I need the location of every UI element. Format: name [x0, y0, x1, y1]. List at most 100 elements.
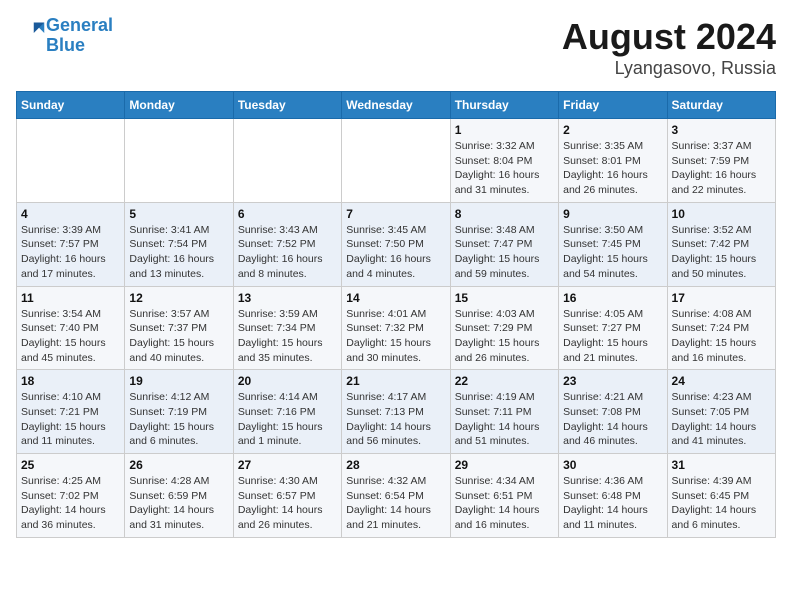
calendar-cell: 22Sunrise: 4:19 AM Sunset: 7:11 PM Dayli… [450, 370, 558, 454]
calendar-cell: 9 Sunrise: 3:50 AM Sunset: 7:45 PM Daylig… [559, 202, 667, 286]
calendar-cell: 13 Sunrise: 3:59 AM Sunset: 7:34 PM Dayli… [233, 286, 341, 370]
day-number: 25 [21, 458, 120, 472]
day-number: 14 [346, 291, 445, 305]
day-info: Sunrise: 4:30 AM Sunset: 6:57 PM Dayligh… [238, 474, 337, 533]
calendar-cell: 10Sunrise: 3:52 AM Sunset: 7:42 PM Dayli… [667, 202, 775, 286]
day-number: 24 [672, 374, 771, 388]
weekday-header-row: SundayMondayTuesdayWednesdayThursdayFrid… [17, 92, 776, 119]
logo: General Blue [16, 16, 113, 56]
day-info: Sunrise: 3:50 AM Sunset: 7:45 PM Dayligh… [563, 223, 662, 282]
day-info: Sunrise: 3:52 AM Sunset: 7:42 PM Dayligh… [672, 223, 771, 282]
day-info: Sunrise: 4:01 AM Sunset: 7:32 PM Dayligh… [346, 307, 445, 366]
day-info: Sunrise: 4:03 AM Sunset: 7:29 PM Dayligh… [455, 307, 554, 366]
calendar-cell: 18Sunrise: 4:10 AM Sunset: 7:21 PM Dayli… [17, 370, 125, 454]
calendar-cell: 15 Sunrise: 4:03 AM Sunset: 7:29 PM Dayli… [450, 286, 558, 370]
calendar-cell: 29 Sunrise: 4:34 AM Sunset: 6:51 PM Dayli… [450, 454, 558, 538]
day-info: Sunrise: 3:37 AM Sunset: 7:59 PM Dayligh… [672, 139, 771, 198]
day-info: Sunrise: 4:17 AM Sunset: 7:13 PM Dayligh… [346, 390, 445, 449]
calendar-week-5: 25 Sunrise: 4:25 AM Sunset: 7:02 PM Dayli… [17, 454, 776, 538]
calendar-table: SundayMondayTuesdayWednesdayThursdayFrid… [16, 91, 776, 538]
day-info: Sunrise: 4:14 AM Sunset: 7:16 PM Dayligh… [238, 390, 337, 449]
calendar-header: SundayMondayTuesdayWednesdayThursdayFrid… [17, 92, 776, 119]
day-number: 16 [563, 291, 662, 305]
calendar-cell: 4 Sunrise: 3:39 AM Sunset: 7:57 PM Daylig… [17, 202, 125, 286]
weekday-header-sunday: Sunday [17, 92, 125, 119]
calendar-week-1: 1 Sunrise: 3:32 AM Sunset: 8:04 PM Daylig… [17, 119, 776, 203]
calendar-cell: 21Sunrise: 4:17 AM Sunset: 7:13 PM Dayli… [342, 370, 450, 454]
calendar-cell: 14 Sunrise: 4:01 AM Sunset: 7:32 PM Dayli… [342, 286, 450, 370]
calendar-week-2: 4 Sunrise: 3:39 AM Sunset: 7:57 PM Daylig… [17, 202, 776, 286]
logo-icon [18, 19, 46, 47]
calendar-cell: 30 Sunrise: 4:36 AM Sunset: 6:48 PM Dayli… [559, 454, 667, 538]
day-number: 19 [129, 374, 228, 388]
day-number: 28 [346, 458, 445, 472]
day-number: 17 [672, 291, 771, 305]
day-number: 31 [672, 458, 771, 472]
day-number: 12 [129, 291, 228, 305]
calendar-cell: 20 Sunrise: 4:14 AM Sunset: 7:16 PM Dayli… [233, 370, 341, 454]
day-number: 23 [563, 374, 662, 388]
calendar-cell: 27 Sunrise: 4:30 AM Sunset: 6:57 PM Dayli… [233, 454, 341, 538]
day-number: 11 [21, 291, 120, 305]
day-info: Sunrise: 3:35 AM Sunset: 8:01 PM Dayligh… [563, 139, 662, 198]
day-info: Sunrise: 4:39 AM Sunset: 6:45 PM Dayligh… [672, 474, 771, 533]
calendar-body: 1 Sunrise: 3:32 AM Sunset: 8:04 PM Daylig… [17, 119, 776, 538]
day-number: 2 [563, 123, 662, 137]
day-info: Sunrise: 4:05 AM Sunset: 7:27 PM Dayligh… [563, 307, 662, 366]
day-number: 30 [563, 458, 662, 472]
calendar-week-4: 18Sunrise: 4:10 AM Sunset: 7:21 PM Dayli… [17, 370, 776, 454]
day-info: Sunrise: 4:34 AM Sunset: 6:51 PM Dayligh… [455, 474, 554, 533]
calendar-cell: 3 Sunrise: 3:37 AM Sunset: 7:59 PM Daylig… [667, 119, 775, 203]
day-info: Sunrise: 4:19 AM Sunset: 7:11 PM Dayligh… [455, 390, 554, 449]
calendar-cell: 7 Sunrise: 3:45 AM Sunset: 7:50 PM Daylig… [342, 202, 450, 286]
page-header: General Blue August 2024 Lyangasovo, Rus… [16, 16, 776, 79]
calendar-cell: 16 Sunrise: 4:05 AM Sunset: 7:27 PM Dayli… [559, 286, 667, 370]
day-number: 1 [455, 123, 554, 137]
calendar-title: August 2024 [562, 16, 776, 58]
weekday-header-thursday: Thursday [450, 92, 558, 119]
day-number: 15 [455, 291, 554, 305]
calendar-cell: 24 Sunrise: 4:23 AM Sunset: 7:05 PM Dayli… [667, 370, 775, 454]
day-info: Sunrise: 4:10 AM Sunset: 7:21 PM Dayligh… [21, 390, 120, 449]
day-info: Sunrise: 4:32 AM Sunset: 6:54 PM Dayligh… [346, 474, 445, 533]
day-info: Sunrise: 3:59 AM Sunset: 7:34 PM Dayligh… [238, 307, 337, 366]
calendar-cell: 8Sunrise: 3:48 AM Sunset: 7:47 PM Daylig… [450, 202, 558, 286]
day-number: 9 [563, 207, 662, 221]
day-info: Sunrise: 3:57 AM Sunset: 7:37 PM Dayligh… [129, 307, 228, 366]
day-number: 20 [238, 374, 337, 388]
day-info: Sunrise: 3:45 AM Sunset: 7:50 PM Dayligh… [346, 223, 445, 282]
logo-general: General [46, 15, 113, 35]
calendar-cell [17, 119, 125, 203]
day-info: Sunrise: 4:12 AM Sunset: 7:19 PM Dayligh… [129, 390, 228, 449]
day-number: 29 [455, 458, 554, 472]
calendar-cell: 1 Sunrise: 3:32 AM Sunset: 8:04 PM Daylig… [450, 119, 558, 203]
day-number: 6 [238, 207, 337, 221]
day-number: 7 [346, 207, 445, 221]
weekday-header-saturday: Saturday [667, 92, 775, 119]
day-info: Sunrise: 4:23 AM Sunset: 7:05 PM Dayligh… [672, 390, 771, 449]
weekday-header-wednesday: Wednesday [342, 92, 450, 119]
weekday-header-tuesday: Tuesday [233, 92, 341, 119]
calendar-cell: 11 Sunrise: 3:54 AM Sunset: 7:40 PM Dayli… [17, 286, 125, 370]
calendar-cell: 6Sunrise: 3:43 AM Sunset: 7:52 PM Daylig… [233, 202, 341, 286]
day-info: Sunrise: 3:39 AM Sunset: 7:57 PM Dayligh… [21, 223, 120, 282]
calendar-cell: 26Sunrise: 4:28 AM Sunset: 6:59 PM Dayli… [125, 454, 233, 538]
day-info: Sunrise: 3:54 AM Sunset: 7:40 PM Dayligh… [21, 307, 120, 366]
calendar-week-3: 11 Sunrise: 3:54 AM Sunset: 7:40 PM Dayli… [17, 286, 776, 370]
day-info: Sunrise: 4:28 AM Sunset: 6:59 PM Dayligh… [129, 474, 228, 533]
day-number: 3 [672, 123, 771, 137]
calendar-cell [342, 119, 450, 203]
day-number: 27 [238, 458, 337, 472]
weekday-header-friday: Friday [559, 92, 667, 119]
calendar-cell: 23Sunrise: 4:21 AM Sunset: 7:08 PM Dayli… [559, 370, 667, 454]
day-info: Sunrise: 4:25 AM Sunset: 7:02 PM Dayligh… [21, 474, 120, 533]
day-number: 4 [21, 207, 120, 221]
day-number: 5 [129, 207, 228, 221]
day-info: Sunrise: 3:32 AM Sunset: 8:04 PM Dayligh… [455, 139, 554, 198]
day-info: Sunrise: 4:36 AM Sunset: 6:48 PM Dayligh… [563, 474, 662, 533]
day-number: 13 [238, 291, 337, 305]
calendar-cell: 5Sunrise: 3:41 AM Sunset: 7:54 PM Daylig… [125, 202, 233, 286]
calendar-cell: 2 Sunrise: 3:35 AM Sunset: 8:01 PM Daylig… [559, 119, 667, 203]
calendar-cell: 31 Sunrise: 4:39 AM Sunset: 6:45 PM Dayli… [667, 454, 775, 538]
day-info: Sunrise: 4:08 AM Sunset: 7:24 PM Dayligh… [672, 307, 771, 366]
